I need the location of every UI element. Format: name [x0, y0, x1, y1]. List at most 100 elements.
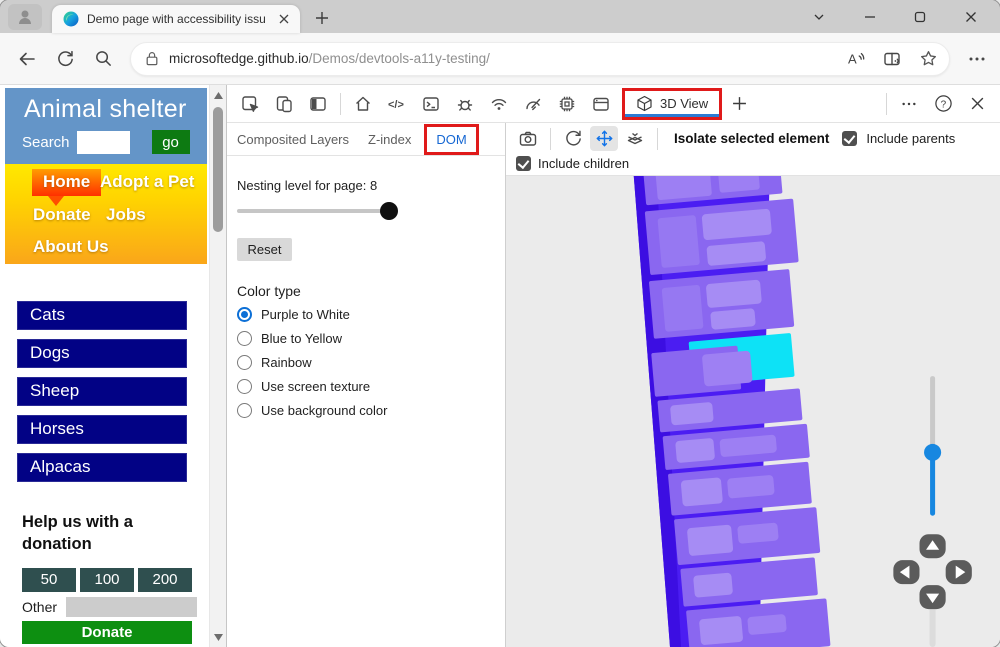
- nav-link-home[interactable]: Home: [32, 169, 102, 206]
- immersive-reader-icon[interactable]: [879, 46, 905, 72]
- radio-option-use-background-color[interactable]: Use background color: [237, 402, 505, 419]
- view3d-toolbar-row2: Include children: [506, 152, 1000, 175]
- browser-window: Demo page with accessibility issu micros…: [0, 0, 1000, 647]
- devtools-help-icon[interactable]: ?: [926, 89, 960, 119]
- category-button-cats[interactable]: Cats: [17, 301, 187, 330]
- inspect-element-icon[interactable]: [233, 89, 267, 119]
- reset-button[interactable]: Reset: [237, 238, 292, 261]
- tab-3d-view[interactable]: 3D View: [622, 87, 723, 120]
- title-bar: Demo page with accessibility issu: [0, 0, 1000, 33]
- radio-option-purple-to-white[interactable]: Purple to White: [237, 306, 505, 323]
- url-host: microsoftedge.github.io: [169, 51, 309, 66]
- dom-3d-tower[interactable]: [633, 176, 833, 647]
- memory-cpu-icon[interactable]: [550, 89, 584, 119]
- category-button-alpacas[interactable]: Alpacas: [17, 453, 187, 482]
- category-button-dogs[interactable]: Dogs: [17, 339, 187, 368]
- donate-button[interactable]: Donate: [22, 620, 192, 644]
- performance-gauge-icon[interactable]: [516, 89, 550, 119]
- application-panel-icon[interactable]: [584, 89, 618, 119]
- nav-link-about-us[interactable]: About Us: [33, 237, 109, 257]
- camera-dpad[interactable]: [893, 534, 972, 610]
- pan-up-button[interactable]: [919, 534, 946, 559]
- radio-icon[interactable]: [237, 331, 252, 346]
- profile-button[interactable]: [8, 4, 42, 30]
- search-icon[interactable]: [92, 48, 114, 70]
- radio-icon[interactable]: [237, 403, 252, 418]
- subtab-dom[interactable]: DOM: [424, 123, 479, 155]
- isolate-selected-element-button[interactable]: Isolate selected element: [674, 131, 829, 146]
- slider-track[interactable]: [237, 209, 393, 213]
- category-button-sheep[interactable]: Sheep: [17, 377, 187, 406]
- url-text: microsoftedge.github.io/Demos/devtools-a…: [169, 51, 490, 66]
- view3d-canvas[interactable]: [506, 175, 1000, 647]
- reset-layers-icon[interactable]: [621, 126, 649, 151]
- tab-title: Demo page with accessibility issu: [87, 12, 266, 26]
- close-window-button[interactable]: [958, 4, 984, 30]
- tab-close-icon[interactable]: [276, 11, 292, 27]
- nav-link-jobs[interactable]: Jobs: [106, 205, 146, 225]
- browser-tab[interactable]: Demo page with accessibility issu: [52, 5, 300, 33]
- elements-panel-icon[interactable]: </>: [380, 89, 414, 119]
- go-button[interactable]: go: [151, 130, 190, 154]
- slider-thumb[interactable]: [380, 202, 398, 220]
- rotate-view-icon[interactable]: [559, 126, 587, 151]
- pan-right-button[interactable]: [945, 560, 972, 585]
- pan-left-button[interactable]: [893, 560, 920, 585]
- include-parents-checkbox[interactable]: [842, 131, 858, 146]
- nav-link-donate[interactable]: Donate: [33, 205, 91, 225]
- radio-icon[interactable]: [237, 379, 252, 394]
- scrollbar-thumb[interactable]: [213, 107, 223, 232]
- pan-down-button[interactable]: [919, 585, 946, 610]
- subtab-z-index[interactable]: Z-index: [368, 132, 411, 147]
- include-children-checkbox[interactable]: [516, 156, 531, 171]
- other-amount-input[interactable]: [66, 596, 198, 617]
- radio-option-blue-to-yellow[interactable]: Blue to Yellow: [237, 330, 505, 347]
- nesting-level-slider[interactable]: [237, 202, 398, 220]
- other-amount-label: Other: [22, 598, 58, 615]
- settings-more-icon[interactable]: [966, 48, 988, 70]
- amount-button-100[interactable]: 100: [80, 567, 134, 592]
- refresh-button[interactable]: [54, 48, 76, 70]
- panel-layout-icon[interactable]: [301, 89, 335, 119]
- radio-label: Use screen texture: [261, 379, 371, 394]
- radio-option-rainbow[interactable]: Rainbow: [237, 354, 505, 371]
- subtab-composited-layers[interactable]: Composited Layers: [237, 132, 349, 147]
- back-button[interactable]: [16, 48, 38, 70]
- page-scrollbar[interactable]: [209, 85, 226, 647]
- amount-button-50[interactable]: 50: [22, 567, 76, 592]
- read-aloud-icon[interactable]: A: [843, 46, 869, 72]
- debugger-bug-icon[interactable]: [448, 89, 482, 119]
- nav-link-adopt-a-pet[interactable]: Adopt a Pet: [100, 172, 194, 192]
- radio-icon[interactable]: [237, 307, 252, 322]
- view3d-options-pane: Composited Layers Z-index DOM Nesting le…: [227, 123, 506, 647]
- device-emulation-icon[interactable]: [267, 89, 301, 119]
- radio-option-use-screen-texture[interactable]: Use screen texture: [237, 378, 505, 395]
- scroll-up-icon[interactable]: [210, 88, 226, 102]
- browser-toolbar: microsoftedge.github.io/Demos/devtools-a…: [0, 33, 1000, 85]
- category-button-horses[interactable]: Horses: [17, 415, 187, 444]
- svg-text:A: A: [848, 51, 857, 66]
- toolbar-separator: [550, 127, 551, 150]
- add-panel-button[interactable]: [722, 89, 756, 119]
- url-bar[interactable]: microsoftedge.github.io/Demos/devtools-a…: [130, 41, 950, 76]
- page-header: Animal shelter Search go: [5, 88, 207, 164]
- screenshot-camera-icon[interactable]: [514, 126, 542, 151]
- devtools-close-icon[interactable]: [960, 89, 994, 119]
- radio-icon[interactable]: [237, 355, 252, 370]
- amount-button-200[interactable]: 200: [138, 567, 192, 592]
- network-wifi-icon[interactable]: [482, 89, 516, 119]
- scroll-down-icon[interactable]: [210, 630, 226, 644]
- tab-list-chevron-icon[interactable]: [806, 4, 832, 30]
- toolbar-separator: [886, 92, 887, 115]
- devtools-more-icon[interactable]: [892, 89, 926, 119]
- pan-view-icon[interactable]: [590, 126, 618, 151]
- welcome-home-icon[interactable]: [346, 89, 380, 119]
- maximize-button[interactable]: [907, 4, 933, 30]
- view3d-toolbar: Isolate selected element Include parents: [506, 123, 1000, 152]
- new-tab-button[interactable]: [312, 8, 332, 28]
- minimize-button[interactable]: [857, 4, 883, 30]
- favorites-star-icon[interactable]: [915, 46, 941, 72]
- console-panel-icon[interactable]: [414, 89, 448, 119]
- search-input[interactable]: [76, 130, 130, 154]
- zoom-slider-thumb[interactable]: [924, 443, 942, 461]
